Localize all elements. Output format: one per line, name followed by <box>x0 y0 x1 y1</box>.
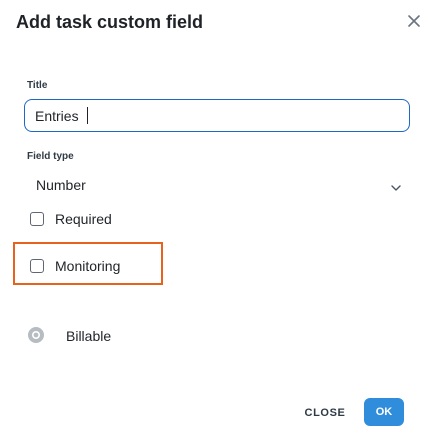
billable-label: Billable <box>66 328 112 344</box>
billable-toggle[interactable]: Billable <box>28 327 148 347</box>
billable-icon <box>28 327 44 343</box>
dialog-title: Add task custom field <box>16 12 204 32</box>
ok-button[interactable]: OK <box>364 398 404 426</box>
monitoring-label: Monitoring <box>55 258 121 274</box>
add-custom-field-dialog: Add task custom field Title Field type N… <box>0 0 437 438</box>
required-checkbox[interactable]: Required <box>30 209 150 231</box>
required-label: Required <box>55 211 112 227</box>
field-type-value: Number <box>36 177 86 193</box>
checkbox-box <box>30 212 44 226</box>
field-type-label: Field type <box>27 151 74 162</box>
title-input[interactable] <box>24 99 410 132</box>
close-button[interactable]: CLOSE <box>300 402 350 424</box>
chevron-down-icon <box>390 180 402 198</box>
close-icon[interactable] <box>405 12 423 30</box>
title-label: Title <box>27 80 48 91</box>
text-caret <box>87 107 88 124</box>
monitoring-checkbox[interactable]: Monitoring <box>30 256 160 278</box>
field-type-select[interactable]: Number <box>24 168 410 202</box>
checkbox-box <box>30 259 44 273</box>
